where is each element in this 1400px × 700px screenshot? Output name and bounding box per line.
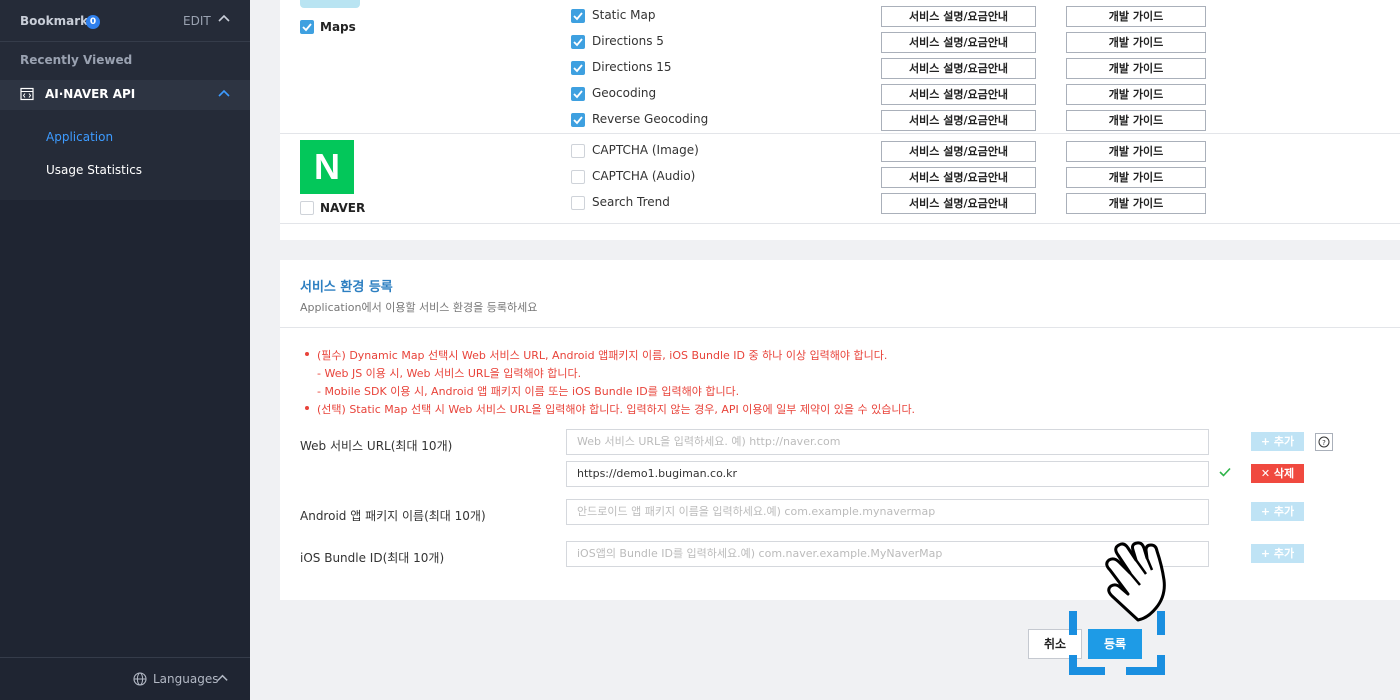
service-checkbox[interactable] xyxy=(571,144,585,158)
languages-label: Languages xyxy=(153,672,219,686)
bookmarks-row[interactable]: Bookmarks 0 EDIT xyxy=(0,0,250,42)
web-url-input[interactable]: Web 서비스 URL을 입력하세요. 예) http://naver.com xyxy=(566,429,1209,455)
chevron-up-icon xyxy=(217,674,228,681)
env-divider xyxy=(280,327,1400,328)
web-url-delete-button[interactable]: ✕ 삭제 xyxy=(1251,464,1304,483)
service-name: CAPTCHA (Audio) xyxy=(592,169,696,183)
service-description-button[interactable]: 서비스 설명/요금안내 xyxy=(881,141,1036,162)
group-divider xyxy=(280,223,1400,224)
note-mobile-sdk: - Mobile SDK 이용 시, Android 앱 패키지 이름 또는 i… xyxy=(317,385,740,398)
api-section-label: AI·NAVER API xyxy=(45,87,136,101)
dev-guide-button[interactable]: 개발 가이드 xyxy=(1066,141,1206,162)
sidebar-item-usage-statistics[interactable]: Usage Statistics xyxy=(46,163,142,177)
dev-guide-button[interactable]: 개발 가이드 xyxy=(1066,167,1206,188)
checkmark-icon xyxy=(573,116,583,125)
service-checkbox[interactable] xyxy=(571,87,585,101)
dev-guide-button[interactable]: 개발 가이드 xyxy=(1066,193,1206,214)
dev-guide-button[interactable]: 개발 가이드 xyxy=(1066,32,1206,53)
checkmark-icon xyxy=(573,64,583,73)
web-url-value-field[interactable]: https://demo1.bugiman.co.kr xyxy=(566,461,1209,487)
click-highlight-corner xyxy=(1069,611,1077,635)
dev-guide-button[interactable]: 개발 가이드 xyxy=(1066,84,1206,105)
service-description-button[interactable]: 서비스 설명/요금안내 xyxy=(881,58,1036,79)
group-divider xyxy=(280,133,1400,134)
checkmark-icon xyxy=(573,38,583,47)
languages-row[interactable]: Languages xyxy=(0,657,250,700)
service-checkbox[interactable] xyxy=(571,113,585,127)
service-name: Directions 5 xyxy=(592,34,664,48)
service-name: Search Trend xyxy=(592,195,670,209)
service-checkbox[interactable] xyxy=(571,61,585,75)
chevron-up-icon[interactable] xyxy=(217,87,231,101)
service-checkbox[interactable] xyxy=(571,9,585,23)
pointing-hand-cursor-icon xyxy=(1105,541,1166,622)
android-package-add-button[interactable]: + 추가 xyxy=(1251,502,1304,521)
sidebar-item-ai-naver-api[interactable]: AI·NAVER API xyxy=(0,80,250,110)
bullet-dot xyxy=(305,406,309,410)
service-selection-panel xyxy=(280,0,1400,240)
naver-group-checkbox[interactable] xyxy=(300,201,314,215)
maps-group-checkbox[interactable] xyxy=(300,20,314,34)
service-description-button[interactable]: 서비스 설명/요금안내 xyxy=(881,193,1036,214)
android-package-input[interactable]: 안드로이드 앱 패키지 이름을 입력하세요.예) com.example.myn… xyxy=(566,499,1209,525)
dev-guide-button[interactable]: 개발 가이드 xyxy=(1066,58,1206,79)
chevron-up-icon[interactable] xyxy=(217,12,231,26)
ios-bundle-add-button[interactable]: + 추가 xyxy=(1251,544,1304,563)
service-checkbox[interactable] xyxy=(571,170,585,184)
service-name: CAPTCHA (Image) xyxy=(592,143,699,157)
service-description-button[interactable]: 서비스 설명/요금안내 xyxy=(881,32,1036,53)
naver-group-label: NAVER xyxy=(320,201,366,215)
note-web-js: - Web JS 이용 시, Web 서비스 URL을 입력해야 합니다. xyxy=(317,367,582,380)
service-checkbox[interactable] xyxy=(571,35,585,49)
click-highlight-corner xyxy=(1069,655,1077,675)
check-icon xyxy=(1219,467,1231,477)
question-mark: ? xyxy=(1322,439,1326,447)
dev-guide-button[interactable]: 개발 가이드 xyxy=(1066,110,1206,131)
service-description-button[interactable]: 서비스 설명/요금안내 xyxy=(881,110,1036,131)
maps-logo xyxy=(300,0,360,8)
click-highlight-corner xyxy=(1157,655,1165,675)
checkmark-icon xyxy=(573,90,583,99)
naver-logo: N xyxy=(300,140,354,194)
service-name: Directions 15 xyxy=(592,60,672,74)
service-checkbox[interactable] xyxy=(571,196,585,210)
ios-bundle-label: iOS Bundle ID(최대 10개) xyxy=(300,551,445,565)
sidebar: Bookmarks 0 EDIT Recently Viewed AI·NAVE… xyxy=(0,0,250,700)
bookmarks-count-badge: 0 xyxy=(86,15,100,29)
bookmarks-label: Bookmarks xyxy=(20,14,96,28)
service-description-button[interactable]: 서비스 설명/요금안내 xyxy=(881,84,1036,105)
service-description-button[interactable]: 서비스 설명/요금안내 xyxy=(881,6,1036,27)
question-icon: ? xyxy=(1318,436,1330,448)
code-window-icon xyxy=(20,87,34,101)
note-required: (필수) Dynamic Map 선택시 Web 서비스 URL, Androi… xyxy=(317,349,888,362)
dev-guide-button[interactable]: 개발 가이드 xyxy=(1066,6,1206,27)
recently-viewed-label[interactable]: Recently Viewed xyxy=(20,53,132,67)
help-button[interactable]: ? xyxy=(1315,433,1333,451)
note-optional: (선택) Static Map 선택 시 Web 서비스 URL을 입력해야 합… xyxy=(317,403,916,416)
checkmark-icon xyxy=(573,12,583,21)
submit-button[interactable]: 등록 xyxy=(1088,629,1142,659)
sidebar-item-application[interactable]: Application xyxy=(46,130,113,144)
service-name: Static Map xyxy=(592,8,656,22)
env-subtitle: Application에서 이용할 서비스 환경을 등록하세요 xyxy=(300,301,538,314)
service-name: Reverse Geocoding xyxy=(592,112,709,126)
bullet-dot xyxy=(305,352,309,356)
bookmarks-edit-link[interactable]: EDIT xyxy=(183,14,211,28)
globe-icon xyxy=(133,672,147,686)
env-title: 서비스 환경 등록 xyxy=(300,280,393,295)
web-url-add-button[interactable]: + 추가 xyxy=(1251,432,1304,451)
service-description-button[interactable]: 서비스 설명/요금안내 xyxy=(881,167,1036,188)
service-name: Geocoding xyxy=(592,86,657,100)
web-url-label: Web 서비스 URL(최대 10개) xyxy=(300,439,453,453)
maps-group-label: Maps xyxy=(320,20,356,34)
android-package-label: Android 앱 패키지 이름(최대 10개) xyxy=(300,509,486,523)
